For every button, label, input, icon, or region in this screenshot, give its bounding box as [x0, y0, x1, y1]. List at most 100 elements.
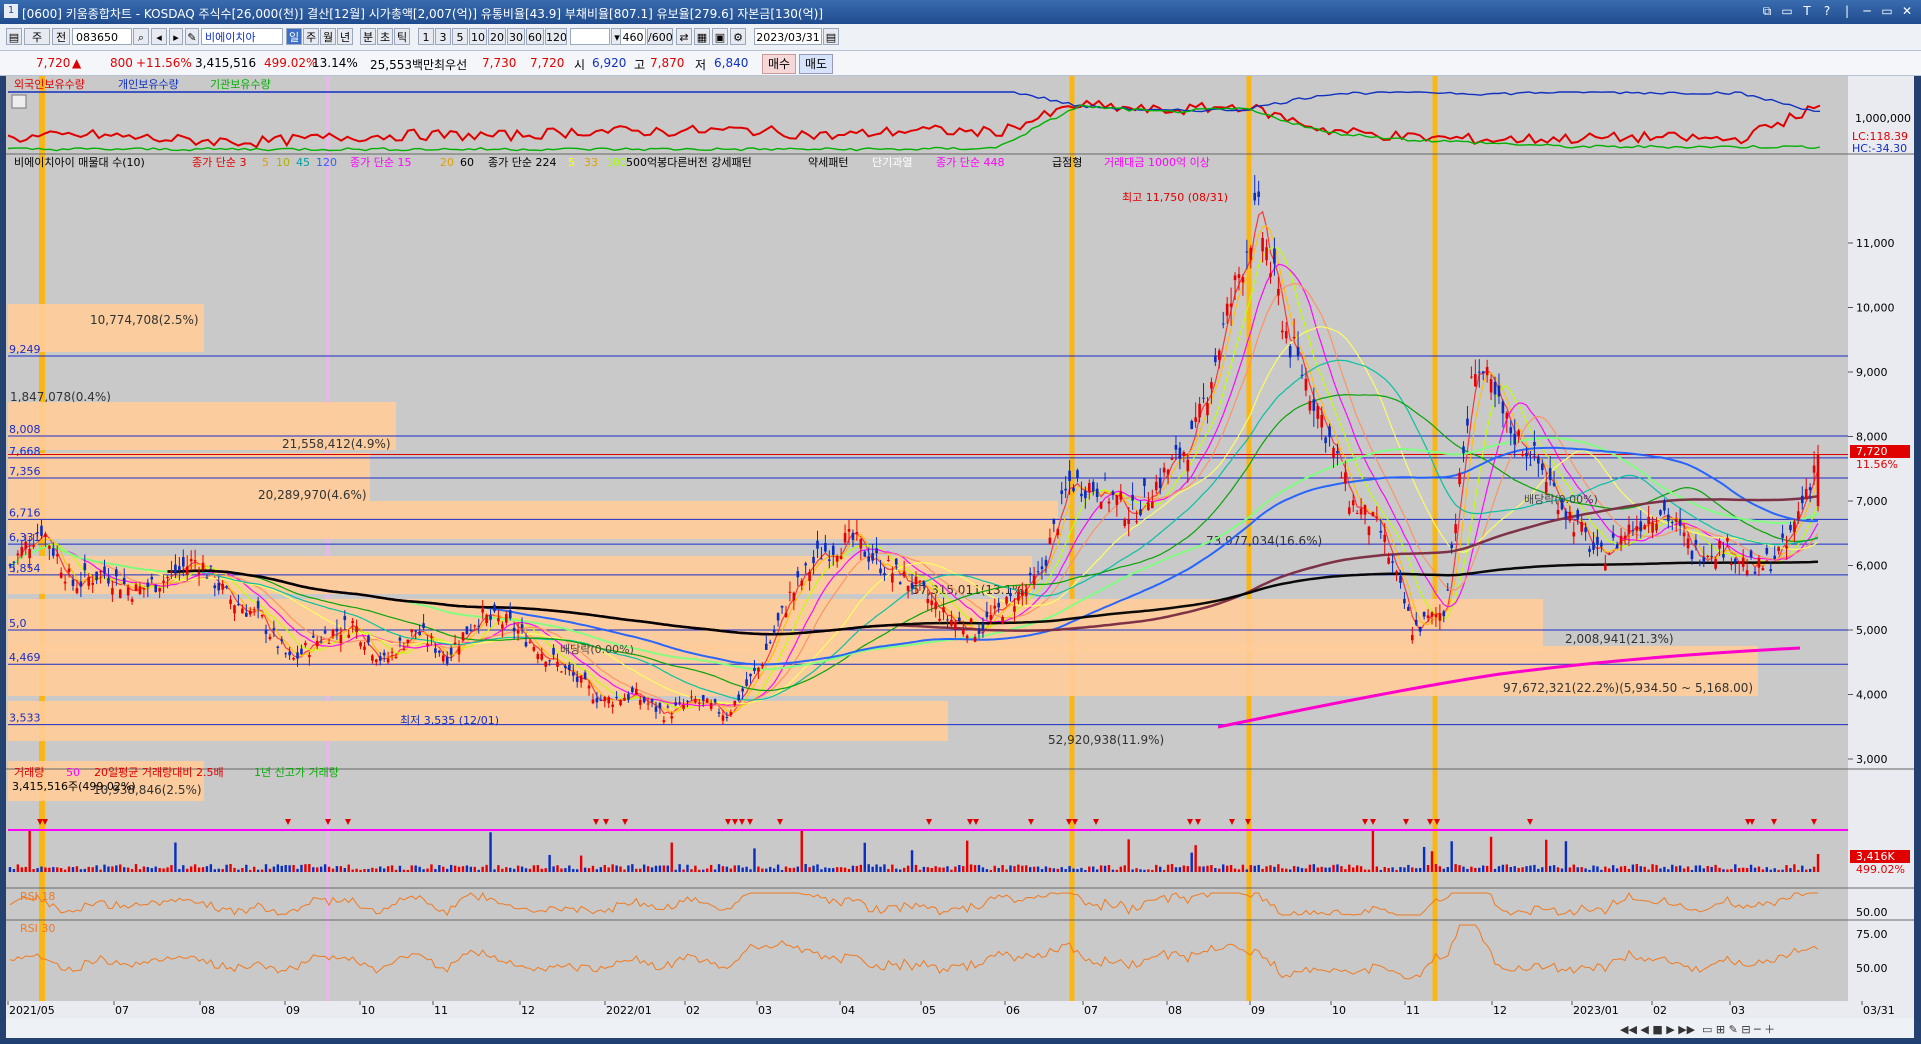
- candle-body: [898, 582, 902, 585]
- window-restore-icon[interactable]: ⧉: [1759, 3, 1775, 19]
- num-3-button[interactable]: 3: [435, 28, 451, 45]
- speaker-icon[interactable]: ◂: [151, 28, 167, 45]
- num-10-button[interactable]: 10: [469, 28, 487, 45]
- num-1-button[interactable]: 1: [418, 28, 434, 45]
- candle-body: [698, 702, 701, 704]
- num-20-button[interactable]: 20: [488, 28, 506, 45]
- chart-toolbar: ▤ 주 전 083650 ⌕ ◂ ▸ ✎ 비에이치아 일 주 월 년 분 초 틱…: [0, 24, 1921, 51]
- high-value: 7,870: [650, 56, 685, 70]
- date-input[interactable]: 2023/03/31: [754, 28, 822, 45]
- num-5-button[interactable]: 5: [452, 28, 468, 45]
- x-tick-label-17: 11: [1406, 1004, 1420, 1017]
- period-month-tab[interactable]: 월: [320, 28, 336, 45]
- volume-bar: [843, 867, 847, 872]
- volume-bar: [568, 865, 571, 872]
- x-tick-label-7: 2022/01: [606, 1004, 652, 1017]
- candle-body: [1375, 516, 1379, 518]
- period-second-tab[interactable]: 초: [377, 28, 393, 45]
- volume-bar: [166, 867, 169, 872]
- volume-bar: [1600, 869, 1603, 872]
- volume-bar: [1111, 869, 1115, 872]
- volume-bar: [1281, 868, 1284, 872]
- candle-body: [1265, 247, 1268, 261]
- amount-value: 25,553백만: [370, 58, 435, 72]
- volume-bar: [162, 868, 165, 872]
- stock-name-field[interactable]: 비에이치아: [201, 28, 283, 45]
- gear-icon[interactable]: ⚙: [730, 28, 746, 45]
- candle-body: [607, 697, 611, 704]
- candle-body: [95, 571, 98, 581]
- save-icon[interactable]: ▣: [712, 28, 728, 45]
- num-120-button[interactable]: 120: [545, 28, 567, 45]
- stock-chart-svg[interactable]: 10,774,708(2.5%) 1,847,078(0.4%) 21,558,41…: [0, 76, 1921, 1041]
- zoom-icon[interactable]: ⇄: [676, 28, 692, 45]
- help-icon[interactable]: ?: [1819, 3, 1835, 19]
- price-level-label-7: 5,0: [9, 617, 27, 630]
- chart-area[interactable]: 10,774,708(2.5%) 1,847,078(0.4%) 21,558,41…: [0, 76, 1921, 1041]
- scroll-prev-icon[interactable]: ◀◀ ◀ ■ ▶ ▶▶: [1620, 1023, 1696, 1036]
- candle-body: [1659, 510, 1662, 515]
- window-layout-icon[interactable]: ▭: [1779, 3, 1795, 19]
- pin-icon[interactable]: ✎: [185, 28, 199, 45]
- sell-button[interactable]: 매도: [799, 54, 833, 74]
- candle-body: [662, 720, 666, 723]
- volume-bar: [426, 868, 429, 872]
- volume-bar: [288, 865, 291, 872]
- candle-body: [1718, 541, 1721, 549]
- candle-body: [67, 568, 71, 572]
- candle-body: [343, 615, 347, 621]
- minimize-icon[interactable]: ─: [1859, 3, 1875, 19]
- custom-period-input[interactable]: [570, 28, 610, 45]
- candle-body: [1789, 525, 1792, 531]
- num-30-button[interactable]: 30: [507, 28, 525, 45]
- chart-menu-icon[interactable]: ▤: [6, 28, 22, 45]
- candle-body: [107, 578, 110, 584]
- period-week-tab[interactable]: 주: [303, 28, 319, 45]
- period-minute-tab[interactable]: 분: [360, 28, 376, 45]
- num-60-button[interactable]: 60: [526, 28, 544, 45]
- candle-body: [430, 636, 433, 638]
- candle-body: [1123, 519, 1127, 527]
- prev-button[interactable]: 전: [52, 28, 70, 45]
- count-input[interactable]: 460: [620, 28, 646, 45]
- candle-body: [1600, 542, 1603, 547]
- type-select[interactable]: 주: [24, 28, 50, 45]
- candle-body: [394, 657, 398, 659]
- calendar-icon[interactable]: ▤: [823, 28, 839, 45]
- candle-body: [1312, 399, 1316, 411]
- period-tick-tab[interactable]: 틱: [394, 28, 410, 45]
- candle-body: [764, 643, 768, 650]
- buy-button[interactable]: 매수: [762, 54, 796, 74]
- volume-bar: [221, 869, 224, 872]
- candle-body: [1765, 547, 1769, 554]
- volume-bar: [1107, 864, 1111, 872]
- volume-bar: [1395, 869, 1398, 872]
- nav-right-icon[interactable]: ▸: [169, 28, 183, 45]
- candle-body: [1261, 237, 1264, 252]
- candle-body: [1631, 530, 1635, 532]
- close-icon[interactable]: ✕: [1899, 3, 1915, 19]
- volume-bar: [973, 865, 977, 872]
- candle-body: [16, 553, 20, 556]
- scroll-controls-icon[interactable]: ▭ ⊞ ✎ ⊟ ─ ＋: [1702, 1023, 1775, 1036]
- panel-settings-icon[interactable]: [11, 94, 27, 109]
- candle-body: [1812, 465, 1816, 473]
- grid-icon[interactable]: ▦: [694, 28, 710, 45]
- preferred-label: 최우선: [434, 58, 468, 72]
- candle-body: [1391, 561, 1394, 563]
- period-day-tab[interactable]: 일: [286, 28, 302, 45]
- volume-bar: [820, 869, 823, 872]
- volume-bar: [930, 867, 933, 872]
- search-icon[interactable]: ⌕: [133, 28, 149, 45]
- volume-bar: [958, 865, 961, 872]
- volume-bar: [993, 865, 996, 872]
- period-year-tab[interactable]: 년: [337, 28, 353, 45]
- candle-body: [126, 587, 130, 596]
- maximize-icon[interactable]: ▭: [1879, 3, 1895, 19]
- window-text-icon[interactable]: T: [1799, 3, 1815, 19]
- stock-code-input[interactable]: 083650: [72, 28, 132, 45]
- candle-body: [1127, 519, 1130, 524]
- volume-bar: [1190, 852, 1193, 872]
- candle-body: [1592, 542, 1595, 550]
- candle-body: [1028, 572, 1032, 576]
